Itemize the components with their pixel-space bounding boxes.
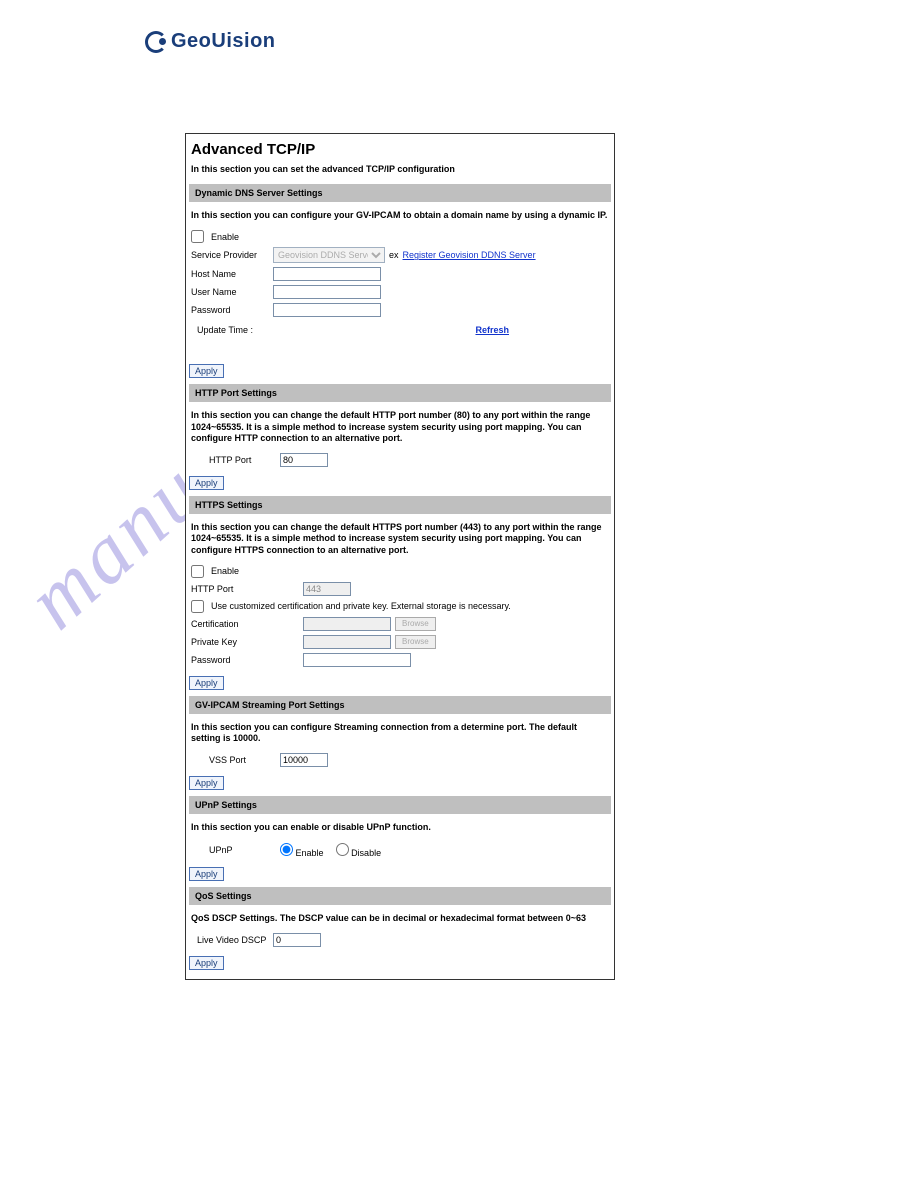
https-port-input[interactable] [303,582,351,596]
https-password-input[interactable] [303,653,411,667]
private-key-label: Private Key [191,637,299,647]
streaming-header: GV-IPCAM Streaming Port Settings [189,696,611,714]
certification-input[interactable] [303,617,391,631]
panel-title: Advanced TCP/IP [189,137,611,164]
vss-port-input[interactable] [280,753,328,767]
ddns-desc: In this section you can configure your G… [189,208,611,229]
ddns-enable-checkbox[interactable] [191,230,204,243]
https-port-label: HTTP Port [191,584,299,594]
refresh-link[interactable]: Refresh [475,325,509,335]
http-port-input[interactable] [280,453,328,467]
upnp-label: UPnP [191,845,276,855]
user-name-input[interactable] [273,285,381,299]
https-header: HTTPS Settings [189,496,611,514]
streaming-desc: In this section you can configure Stream… [189,720,611,753]
custom-cert-label: Use customized certification and private… [211,601,511,611]
logo-mark-icon [145,31,167,53]
upnp-desc: In this section you can enable or disabl… [189,820,611,841]
ex-label: ex [389,250,399,260]
ddns-header: Dynamic DNS Server Settings [189,184,611,202]
upnp-disable-radio[interactable] [336,843,349,856]
register-ddns-link[interactable]: Register Geovision DDNS Server [403,250,536,260]
dscp-input[interactable] [273,933,321,947]
update-time-label: Update Time : [191,325,269,335]
custom-cert-checkbox[interactable] [191,600,204,613]
advanced-tcpip-panel: Advanced TCP/IP In this section you can … [185,133,615,980]
private-key-input[interactable] [303,635,391,649]
upnp-header: UPnP Settings [189,796,611,814]
ddns-password-input[interactable] [273,303,381,317]
brand-logo: GeoUision [145,30,773,53]
upnp-enable-radio[interactable] [280,843,293,856]
http-port-label: HTTP Port [191,455,276,465]
dscp-label: Live Video DSCP [191,935,269,945]
qos-desc: QoS DSCP Settings. The DSCP value can be… [189,911,611,932]
https-desc: In this section you can change the defau… [189,520,611,564]
user-name-label: User Name [191,287,269,297]
qos-apply-button[interactable]: Apply [189,956,224,970]
panel-subtitle: In this section you can set the advanced… [189,164,611,184]
http-desc: In this section you can change the defau… [189,408,611,452]
ddns-enable-label: Enable [211,232,239,242]
host-name-label: Host Name [191,269,269,279]
vss-port-label: VSS Port [191,755,276,765]
private-key-browse-button[interactable]: Browse [395,635,436,649]
http-apply-button[interactable]: Apply [189,476,224,490]
upnp-apply-button[interactable]: Apply [189,867,224,881]
ddns-password-label: Password [191,305,269,315]
upnp-enable-option[interactable]: Enable [280,843,324,858]
service-provider-label: Service Provider [191,250,269,260]
logo-text: GeoUision [171,30,276,53]
http-header: HTTP Port Settings [189,384,611,402]
qos-header: QoS Settings [189,887,611,905]
service-provider-select[interactable]: Geovision DDNS Server [273,247,385,263]
ddns-apply-button[interactable]: Apply [189,364,224,378]
https-enable-label: Enable [211,566,239,576]
https-password-label: Password [191,655,299,665]
upnp-disable-option[interactable]: Disable [336,843,382,858]
https-enable-checkbox[interactable] [191,565,204,578]
streaming-apply-button[interactable]: Apply [189,776,224,790]
certification-browse-button[interactable]: Browse [395,617,436,631]
certification-label: Certification [191,619,299,629]
host-name-input[interactable] [273,267,381,281]
https-apply-button[interactable]: Apply [189,676,224,690]
